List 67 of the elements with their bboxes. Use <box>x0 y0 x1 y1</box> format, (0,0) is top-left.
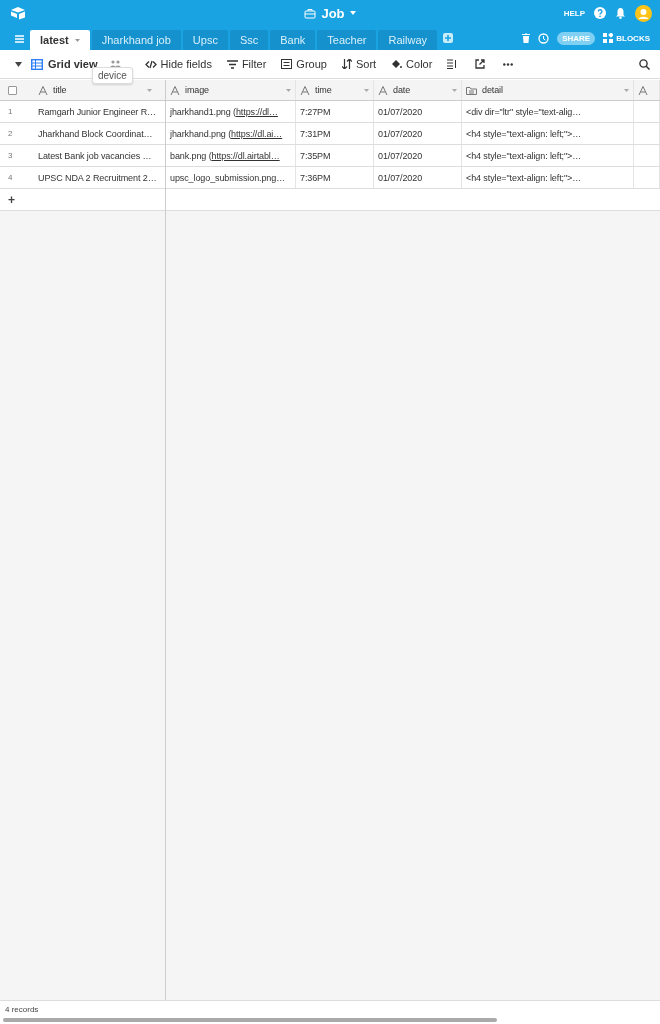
table-cell: <h4 style="text-align: left;">… <box>462 123 634 144</box>
table-cell: <h4 style="text-align: left;">… <box>462 145 634 166</box>
column-header[interactable]: date <box>374 80 462 100</box>
blocks-icon <box>603 33 614 43</box>
caret-icon <box>349 11 356 15</box>
table-cell-text: Ramgarh Junior Engineer R… <box>37 105 156 119</box>
table-cell-text: Jharkhand Block Coordinat… <box>37 127 154 141</box>
tooltip: device <box>92 67 133 84</box>
text-field-icon <box>38 85 48 95</box>
bell-icon[interactable] <box>615 7 626 19</box>
search-icon[interactable] <box>639 58 650 70</box>
column-header[interactable]: time <box>296 80 374 100</box>
logo-icon <box>10 6 26 20</box>
text-field-icon <box>300 85 310 95</box>
view-switcher[interactable]: Grid view <box>31 58 98 70</box>
share-view-icon[interactable] <box>475 59 486 69</box>
sort-button[interactable]: Sort <box>341 58 377 70</box>
table-cell: 01/07/2020 <box>374 123 462 144</box>
code-icon <box>144 59 157 69</box>
history-icon[interactable] <box>538 32 550 44</box>
row-number: 2 <box>7 128 14 140</box>
table-cell: 7:36PM <box>296 167 374 188</box>
text-field-icon <box>378 85 388 95</box>
avatar-icon[interactable] <box>635 4 652 22</box>
filter-icon <box>226 59 238 69</box>
table-cell: 01/07/2020 <box>374 145 462 166</box>
caret-icon[interactable] <box>15 61 22 67</box>
filter-button[interactable]: Filter <box>226 58 267 70</box>
row-number: 1 <box>7 106 14 118</box>
table-cell: 7:31PM <box>296 123 374 144</box>
table-cell: jharkhand1.png (https://dl… <box>166 101 296 122</box>
group-button[interactable]: Group <box>281 58 327 70</box>
column-header[interactable]: image <box>166 80 296 100</box>
scrollbar[interactable] <box>3 1018 497 1022</box>
row-height-icon[interactable] <box>447 59 458 69</box>
row-number: 3 <box>7 150 14 162</box>
text-field-icon <box>638 85 648 95</box>
checkbox[interactable] <box>8 85 17 95</box>
folder-icon <box>466 85 477 95</box>
help-icon[interactable] <box>594 7 606 19</box>
table-cell: 01/07/2020 <box>374 101 462 122</box>
row-number: 4 <box>7 172 14 184</box>
group-icon <box>281 59 293 69</box>
text-field-icon <box>170 85 180 95</box>
table-cell: jharkhand.png (https://dl.ai… <box>166 123 296 144</box>
record-count: 4 records <box>4 1004 39 1016</box>
table-cell: bank.png (https://dl.airtabl… <box>166 145 296 166</box>
table-cell: 7:27PM <box>296 101 374 122</box>
table-tab[interactable]: latest <box>30 30 90 50</box>
table-cell: upsc_logo_submission.png… <box>166 167 296 188</box>
table-cell-text: Latest Bank job vacancies … <box>37 149 153 163</box>
column-header[interactable]: detail <box>462 80 634 100</box>
grid-icon <box>31 58 43 70</box>
table-cell: <h4 style="text-align: left;">… <box>462 167 634 188</box>
paint-bucket-icon <box>391 59 403 69</box>
trash-icon[interactable] <box>522 33 531 43</box>
color-button[interactable]: Color <box>391 58 433 70</box>
hide-button[interactable]: Hide fields <box>144 58 212 70</box>
add-table-icon[interactable] <box>443 33 453 43</box>
briefcase-icon <box>304 7 317 19</box>
table-cell-text: UPSC NDA 2 Recruitment 2… <box>37 171 156 185</box>
table-cell: <div dir="ltr" style="text-alig… <box>462 101 634 122</box>
table-cell: 01/07/2020 <box>374 167 462 188</box>
sort-icon <box>341 59 352 69</box>
table-cell: 7:35PM <box>296 145 374 166</box>
more-icon[interactable] <box>503 62 514 66</box>
attachment-link[interactable]: https://dl.ai… <box>231 128 283 139</box>
